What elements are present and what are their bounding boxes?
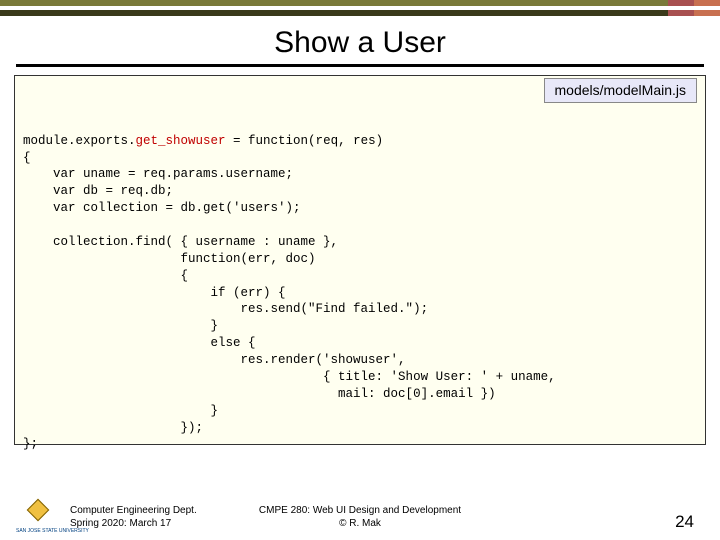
header-bars (0, 0, 720, 16)
title-underline (16, 64, 704, 67)
slide-title: Show a User (0, 26, 720, 60)
footer-dept: Computer Engineering Dept. Spring 2020: … (70, 504, 197, 530)
sjsu-logo: SAN JOSE STATE UNIVERSITY (20, 502, 60, 532)
slide-footer: SAN JOSE STATE UNIVERSITY Computer Engin… (0, 502, 720, 532)
code-block: models/modelMain.js module.exports.get_s… (14, 75, 706, 445)
footer-course: CMPE 280: Web UI Design and Development … (259, 504, 461, 530)
page-number: 24 (675, 512, 694, 532)
filename-label: models/modelMain.js (544, 78, 698, 103)
